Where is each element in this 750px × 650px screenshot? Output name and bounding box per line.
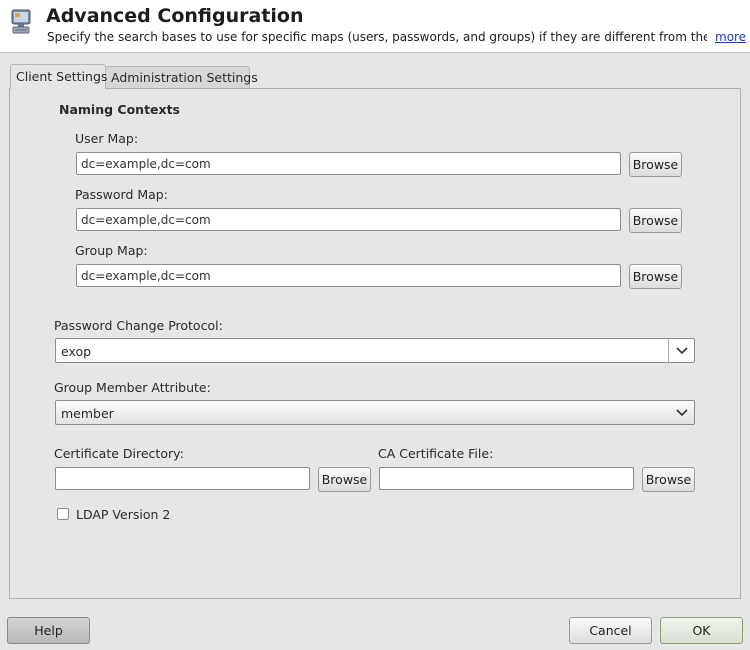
ca-certificate-file-label: CA Certificate File: [378, 446, 494, 461]
password-change-protocol-label: Password Change Protocol: [54, 318, 223, 333]
group-map-browse-button[interactable]: Browse [629, 264, 682, 289]
dialog-title: Advanced Configuration [46, 5, 304, 27]
more-link[interactable]: more [715, 30, 746, 44]
ca-certificate-file-browse-button[interactable]: Browse [642, 467, 695, 492]
certificate-directory-input[interactable] [55, 467, 310, 490]
group-map-input[interactable] [76, 264, 621, 287]
group-member-attribute-label: Group Member Attribute: [54, 380, 211, 395]
password-map-label: Password Map: [75, 187, 168, 202]
group-member-attribute-value: member [61, 406, 114, 421]
password-change-protocol-combo[interactable]: exop [55, 338, 695, 363]
ldap-client-icon [11, 9, 31, 34]
group-map-label: Group Map: [75, 243, 148, 258]
certificate-directory-label: Certificate Directory: [54, 446, 184, 461]
password-change-protocol-value: exop [61, 344, 92, 359]
dialog-header: Advanced Configuration Specify the searc… [0, 0, 750, 53]
dialog-subtitle: Specify the search bases to use for spec… [47, 30, 707, 44]
ldap-version-2-label[interactable]: LDAP Version 2 [76, 507, 170, 522]
tab-administration-settings[interactable]: Administration Settings [105, 66, 258, 88]
ca-certificate-file-input[interactable] [379, 467, 634, 490]
ok-button[interactable]: OK [660, 617, 743, 644]
cancel-button[interactable]: Cancel [569, 617, 652, 644]
chevron-down-icon[interactable] [668, 339, 694, 362]
chevron-down-icon [669, 401, 694, 424]
password-map-input[interactable] [76, 208, 621, 231]
password-map-browse-button[interactable]: Browse [629, 208, 682, 233]
user-map-browse-button[interactable]: Browse [629, 152, 682, 177]
help-button[interactable]: Help [7, 617, 90, 644]
tab-client-settings[interactable]: Client Settings [10, 64, 107, 89]
certificate-directory-browse-button[interactable]: Browse [318, 467, 371, 492]
ldap-version-2-checkbox[interactable] [57, 508, 69, 520]
group-member-attribute-combo[interactable]: member [55, 400, 695, 425]
user-map-input[interactable] [76, 152, 621, 175]
naming-contexts-heading: Naming Contexts [59, 102, 180, 117]
user-map-label: User Map: [75, 131, 139, 146]
